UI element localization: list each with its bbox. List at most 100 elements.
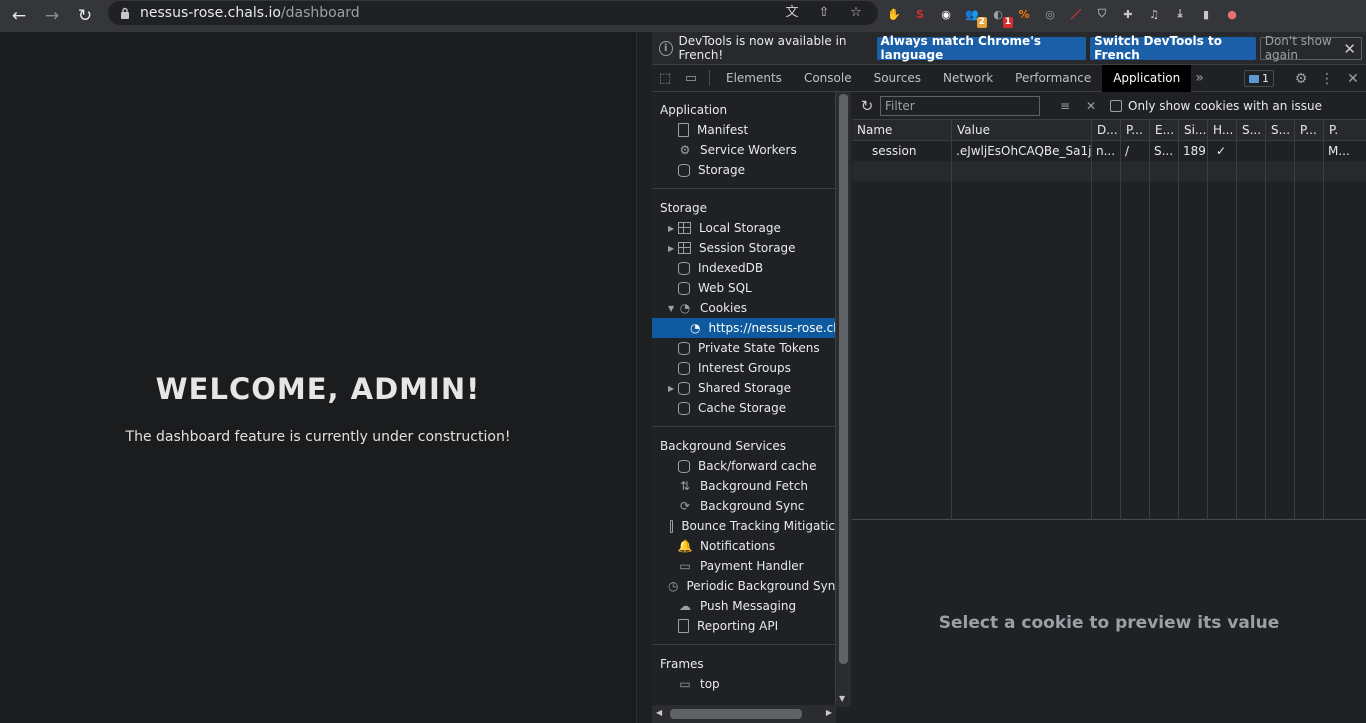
sidebar-item-push-messaging[interactable]: ☁ Push Messaging — [652, 596, 835, 616]
media-icon[interactable]: ♫ — [1144, 4, 1164, 24]
cookie-filter-input[interactable] — [880, 95, 1040, 116]
match-language-button[interactable]: Always match Chrome's language — [876, 34, 1087, 62]
expanded-triangle-icon[interactable]: ▼ — [668, 304, 678, 313]
sidebar-item-shared-storage[interactable]: ▶ Shared Storage — [652, 378, 835, 398]
column-header-4[interactable]: E... — [1150, 120, 1178, 141]
refresh-icon[interactable]: ↻ — [854, 97, 880, 115]
sidebar-item-interest-groups[interactable]: Interest Groups — [652, 358, 835, 378]
tab-sources[interactable]: Sources — [863, 65, 932, 92]
sidebar-item-indexeddb[interactable]: IndexedDB — [652, 258, 835, 278]
ublock-icon[interactable]: ✋ — [884, 4, 904, 24]
scroll-right-arrow-icon[interactable]: ▶ — [826, 708, 832, 717]
profile-avatar-icon[interactable]: ● — [1222, 4, 1242, 24]
s-extension-icon[interactable]: S — [910, 4, 930, 24]
column-header-8[interactable]: S... — [1266, 120, 1294, 141]
table-cell[interactable] — [1266, 141, 1294, 161]
kebab-menu-icon[interactable]: ⋮ — [1314, 71, 1340, 87]
tab-elements[interactable]: Elements — [715, 65, 793, 92]
device-toolbar-icon[interactable]: ▭ — [678, 71, 704, 86]
tab-network[interactable]: Network — [932, 65, 1004, 92]
sidebar-item-private-state-tokens[interactable]: Private State Tokens — [652, 338, 835, 358]
user-groups-icon[interactable]: 👥 2 — [962, 4, 987, 28]
sidebar-item-web-sql[interactable]: Web SQL — [652, 278, 835, 298]
gear-icon[interactable]: ⚙ — [1288, 71, 1314, 87]
shopping-icon[interactable]: ◉ — [936, 4, 956, 24]
close-devtools-icon[interactable]: ✕ — [1340, 71, 1366, 87]
table-cell[interactable]: S... — [1150, 141, 1178, 161]
sidebar-item-background-sync[interactable]: ⟳ Background Sync — [652, 496, 835, 516]
more-tabs-chevron-icon[interactable]: » — [1195, 70, 1204, 86]
sidebar-item-notifications[interactable]: 🔔 Notifications — [652, 536, 835, 556]
sidebar-item-label: Service Workers — [700, 143, 797, 157]
only-issues-checkbox[interactable] — [1110, 99, 1122, 112]
table-cell[interactable]: ✓ — [1208, 141, 1236, 161]
sidebar-item-cookie-origin[interactable]: ◔ https://nessus-rose.cha — [652, 318, 835, 338]
back-arrow-icon[interactable]: ← — [5, 2, 33, 30]
collapsed-triangle-icon[interactable]: ▶ — [668, 244, 678, 253]
column-header-0[interactable]: Name — [852, 120, 951, 141]
sidebar-item-service-workers[interactable]: ⚙ Service Workers — [652, 140, 835, 160]
shield-icon[interactable]: ⛉ — [1092, 4, 1112, 24]
switch-french-button[interactable]: Switch DevTools to French — [1090, 34, 1256, 62]
devtools-splitter[interactable] — [636, 32, 652, 723]
sidebar-item-storage[interactable]: Storage — [652, 160, 835, 180]
sidebar-item-cache-storage[interactable]: Cache Storage — [652, 398, 835, 418]
translate-icon[interactable]: 文 — [784, 5, 800, 21]
sidebar-item-reporting-api[interactable]: Reporting API — [652, 616, 835, 636]
sidebar-item-background-fetch[interactable]: ⇅ Background Fetch — [652, 476, 835, 496]
sidebar-scrollbar[interactable]: ▼ — [836, 92, 851, 707]
download-icon[interactable]: ⤓ — [1170, 4, 1190, 24]
clear-filtered-icon[interactable]: ≡ — [1052, 99, 1078, 113]
sidepanel-icon[interactable]: ▮ — [1196, 4, 1216, 24]
table-cell[interactable]: session — [852, 141, 951, 161]
wappalyzer-icon[interactable]: % — [1014, 4, 1034, 24]
sidebar-item-local-storage[interactable]: ▶ Local Storage — [652, 218, 835, 238]
table-cell[interactable] — [1295, 141, 1323, 161]
dropper-icon[interactable]: ／ — [1066, 4, 1086, 24]
address-bar[interactable]: nessus-rose.chals.io/dashboard 文 ⇧ ☆ — [108, 1, 878, 25]
collapsed-triangle-icon[interactable]: ▶ — [668, 224, 678, 233]
table-cell[interactable]: .eJwljEsOhCAQBe_Sa1j... — [952, 141, 1091, 161]
scroll-left-arrow-icon[interactable]: ◀ — [656, 708, 662, 717]
sidebar-item-cookies[interactable]: ▼ ◔ Cookies — [652, 298, 835, 318]
column-header-7[interactable]: S... — [1237, 120, 1265, 141]
column-header-1[interactable]: Value — [952, 120, 1091, 141]
reload-icon[interactable]: ↻ — [71, 2, 99, 30]
table-cell[interactable] — [1237, 141, 1265, 161]
scroll-down-arrow-icon[interactable]: ▼ — [839, 694, 845, 703]
inspect-element-icon[interactable]: ⬚ — [652, 71, 678, 86]
sidebar-scroll-thumb[interactable] — [839, 94, 848, 664]
column-header-6[interactable]: H... — [1208, 120, 1236, 141]
column-header-10[interactable]: P. — [1324, 120, 1366, 141]
sidebar-item-manifest[interactable]: Manifest — [652, 120, 835, 140]
table-cell[interactable]: / — [1121, 141, 1149, 161]
collapsed-triangle-icon[interactable]: ▶ — [668, 384, 678, 393]
mask-icon[interactable]: ◎ — [1040, 4, 1060, 24]
sidebar-item-payment-handler[interactable]: ▭ Payment Handler — [652, 556, 835, 576]
table-cell[interactable]: 189 — [1179, 141, 1207, 161]
table-cell[interactable]: M... — [1324, 141, 1366, 161]
sidebar-item-bounce-tracking-mitigatic[interactable]: Bounce Tracking Mitigatic — [652, 516, 835, 536]
table-cell[interactable]: n... — [1092, 141, 1120, 161]
column-header-2[interactable]: D... — [1092, 120, 1120, 141]
bookmark-star-icon[interactable]: ☆ — [848, 5, 864, 21]
column-header-5[interactable]: Si... — [1179, 120, 1207, 141]
sidebar-item-session-storage[interactable]: ▶ Session Storage — [652, 238, 835, 258]
column-header-3[interactable]: P... — [1121, 120, 1149, 141]
sidebar-item-top[interactable]: ▭ top — [652, 674, 835, 694]
forward-arrow-icon[interactable]: → — [38, 2, 66, 30]
sidebar-item-periodic-background-sync[interactable]: ◷ Periodic Background Sync — [652, 576, 835, 596]
close-icon[interactable]: ✕ — [1343, 40, 1356, 58]
issues-badge[interactable]: 1 — [1244, 70, 1274, 87]
puzzle-icon[interactable]: ✚ — [1118, 4, 1138, 24]
sidebar-horizontal-scrollbar[interactable]: ◀ ▶ — [652, 705, 836, 723]
tab-console[interactable]: Console — [793, 65, 863, 92]
delete-selected-icon[interactable]: ✕ — [1078, 99, 1104, 113]
column-header-9[interactable]: P... — [1295, 120, 1323, 141]
horizontal-scroll-thumb[interactable] — [670, 709, 802, 719]
tab-performance[interactable]: Performance — [1004, 65, 1102, 92]
share-icon[interactable]: ⇧ — [816, 5, 832, 21]
sidebar-item-back-forward-cache[interactable]: Back/forward cache — [652, 456, 835, 476]
globe-icon[interactable]: ◐ 1 — [988, 4, 1013, 28]
tab-application[interactable]: Application — [1102, 64, 1192, 92]
